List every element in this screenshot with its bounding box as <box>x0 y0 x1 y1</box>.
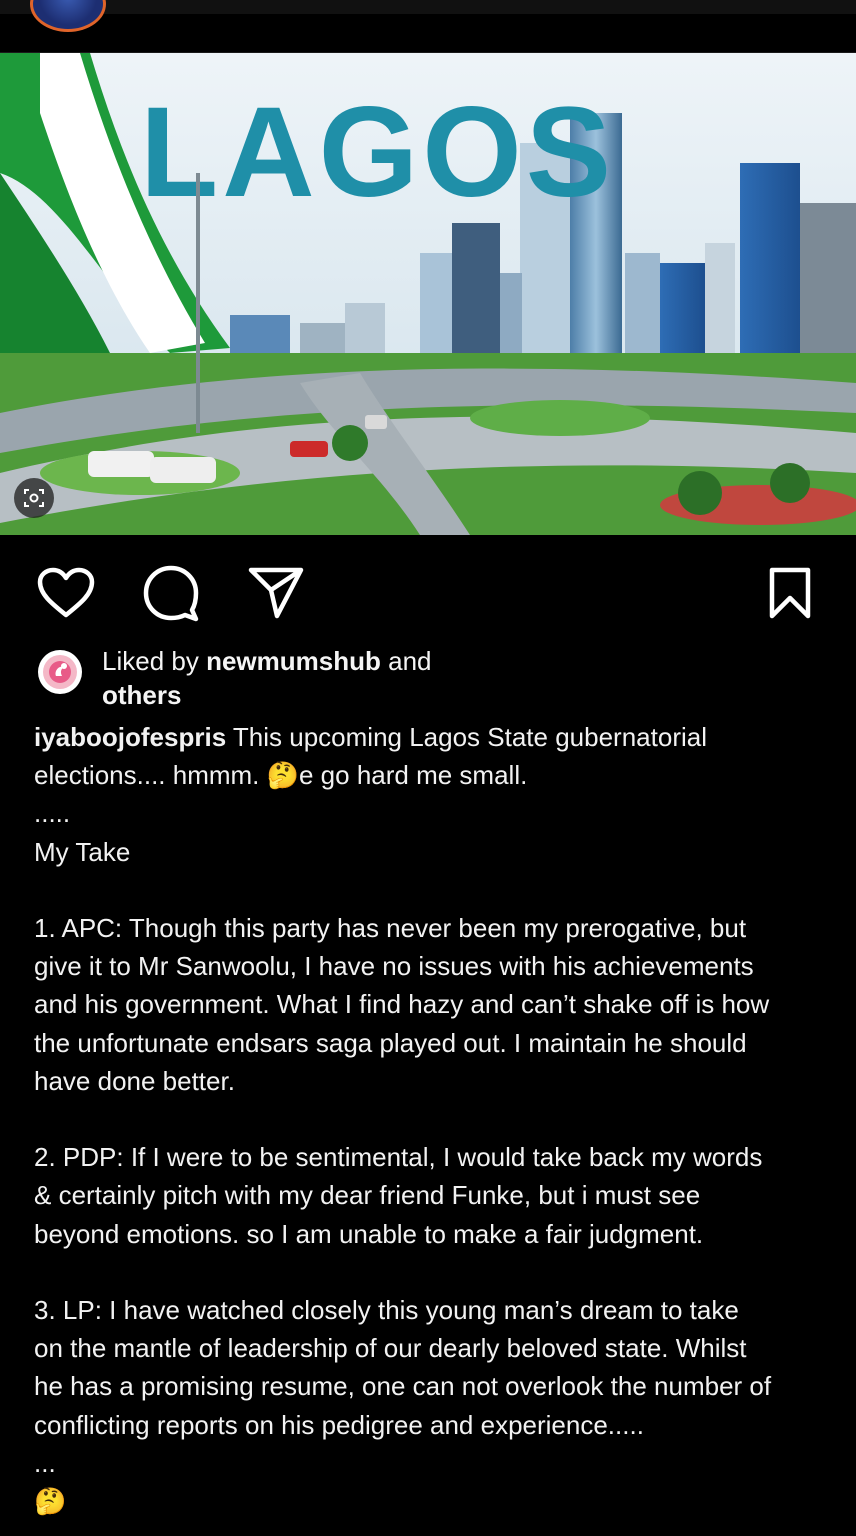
caption-line: on the mantle of leadership of our dearl… <box>34 1333 747 1364</box>
caption-blank-line <box>34 1253 834 1291</box>
caption-line: and his government. What I find hazy and… <box>34 989 770 1020</box>
caption-line: ..... <box>34 798 71 829</box>
liked-by-prefix: Liked by <box>102 646 199 676</box>
send-icon <box>248 567 304 619</box>
caption-line: conflicting reports on his pedigree and … <box>34 1409 644 1440</box>
save-button[interactable] <box>760 563 820 623</box>
like-button[interactable] <box>36 563 96 623</box>
post-image[interactable]: LAGOS <box>0 53 856 535</box>
status-strip <box>0 0 856 14</box>
lens-icon <box>24 489 44 507</box>
liked-by-and: and <box>388 646 432 676</box>
caption-username[interactable]: iyaboojofespris <box>34 722 226 752</box>
caption-line: beyond emotions. so I am unable to make … <box>34 1218 704 1249</box>
liked-by-user-link[interactable]: newmumshub <box>206 646 381 676</box>
caption-blank-line <box>34 871 834 909</box>
caption-blank-line <box>34 1100 834 1138</box>
caption-line: give it to Mr Sanwoolu, I have no issues… <box>34 951 754 982</box>
liker-avatar[interactable] <box>38 650 82 694</box>
caption-line: have done better. <box>34 1065 235 1096</box>
caption-text: This upcoming Lagos State gubernatorial <box>232 722 707 752</box>
profile-avatar[interactable] <box>30 0 106 32</box>
caption-line: & certainly pitch with my dear friend Fu… <box>34 1180 701 1211</box>
caption-line: My Take <box>34 836 131 867</box>
comment-icon <box>143 565 199 622</box>
post-caption: iyaboojofespris This upcoming Lagos Stat… <box>34 718 834 1520</box>
post-actions <box>0 555 856 625</box>
caption-line-1: iyaboojofespris This upcoming Lagos Stat… <box>34 718 834 756</box>
share-button[interactable] <box>246 563 306 623</box>
bookmark-icon <box>769 567 811 619</box>
caption-line: ... <box>34 1447 56 1478</box>
caption-line: 🤔 <box>34 1486 67 1517</box>
lagos-skyline-illustration: LAGOS <box>0 53 856 535</box>
heart-icon <box>37 567 95 618</box>
caption-line: 2. PDP: If I were to be sentimental, I w… <box>34 1142 763 1173</box>
lagos-headline: LAGOS <box>140 81 615 224</box>
liked-by-others-link[interactable]: others <box>102 680 181 710</box>
visual-search-button[interactable] <box>14 478 54 518</box>
comment-button[interactable] <box>141 563 201 623</box>
liked-by-row[interactable]: Liked by newmumshub and others <box>34 644 734 714</box>
caption-line: elections.... hmmm. 🤔e go hard me small. <box>34 760 528 791</box>
post-header-bar <box>0 0 856 53</box>
caption-line: 1. APC: Though this party has never been… <box>34 913 747 943</box>
newmumshub-logo-icon <box>43 655 77 689</box>
caption-line: the unfortunate endsars saga played out.… <box>34 1027 747 1058</box>
liked-by-text: Liked by newmumshub and others <box>102 644 622 712</box>
caption-line: 3. LP: I have watched closely this young… <box>34 1295 739 1325</box>
caption-line: he has a promising resume, one can not o… <box>34 1371 772 1402</box>
